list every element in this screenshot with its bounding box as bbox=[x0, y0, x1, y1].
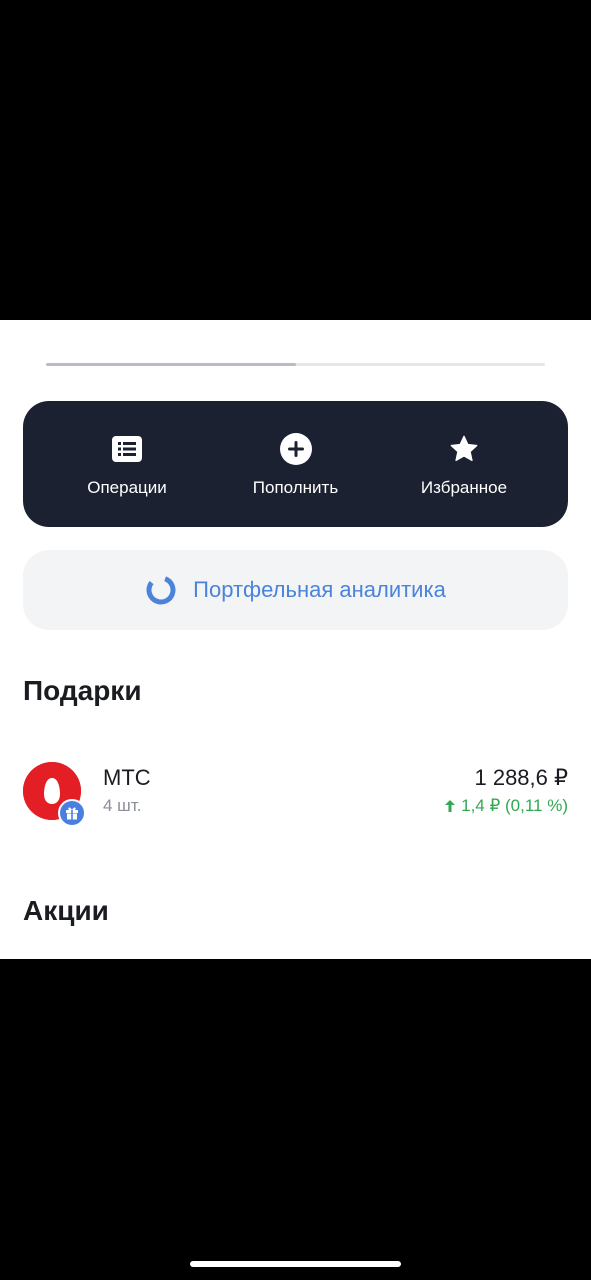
plus-circle-icon bbox=[279, 433, 312, 465]
portfolio-panel: Операции Пополнить Избранное Портфельная… bbox=[0, 320, 591, 959]
arrow-up-icon bbox=[444, 799, 456, 813]
list-icon bbox=[111, 433, 143, 465]
favorites-label: Избранное bbox=[420, 478, 508, 497]
gifts-section-title: Подарки bbox=[23, 675, 142, 706]
stocks-section-title: Акции bbox=[23, 895, 109, 926]
top-up-label: Пополнить bbox=[252, 478, 339, 497]
bottom-letterbox bbox=[0, 959, 591, 1280]
favorites-button[interactable]: Избранное bbox=[384, 401, 544, 527]
ticker-quantity: 4 шт. bbox=[103, 796, 142, 815]
action-bar: Операции Пополнить Избранное bbox=[23, 401, 568, 527]
top-letterbox bbox=[0, 0, 591, 320]
progress-track bbox=[46, 363, 545, 366]
gift-icon bbox=[58, 799, 86, 827]
portfolio-analytics-button[interactable]: Портфельная аналитика bbox=[23, 550, 568, 630]
donut-chart-icon bbox=[145, 574, 177, 606]
portfolio-analytics-label: Портфельная аналитика bbox=[193, 577, 446, 602]
ticker-name: МТС bbox=[103, 765, 151, 790]
progress-fill bbox=[46, 363, 296, 366]
ticker-change: 1,4 ₽ (0,11 %) bbox=[444, 796, 568, 816]
operations-button[interactable]: Операции bbox=[47, 401, 207, 527]
star-icon bbox=[448, 433, 480, 465]
holding-row-mts[interactable]: МТС 4 шт. 1 288,6 ₽ 1,4 ₽ (0,11 %) bbox=[23, 760, 568, 830]
home-indicator[interactable] bbox=[190, 1261, 401, 1267]
ticker-price: 1 288,6 ₽ bbox=[474, 765, 568, 790]
operations-label: Операции bbox=[87, 478, 167, 497]
ticker-change-value: 1,4 ₽ (0,11 %) bbox=[461, 796, 568, 815]
top-up-button[interactable]: Пополнить bbox=[216, 401, 376, 527]
